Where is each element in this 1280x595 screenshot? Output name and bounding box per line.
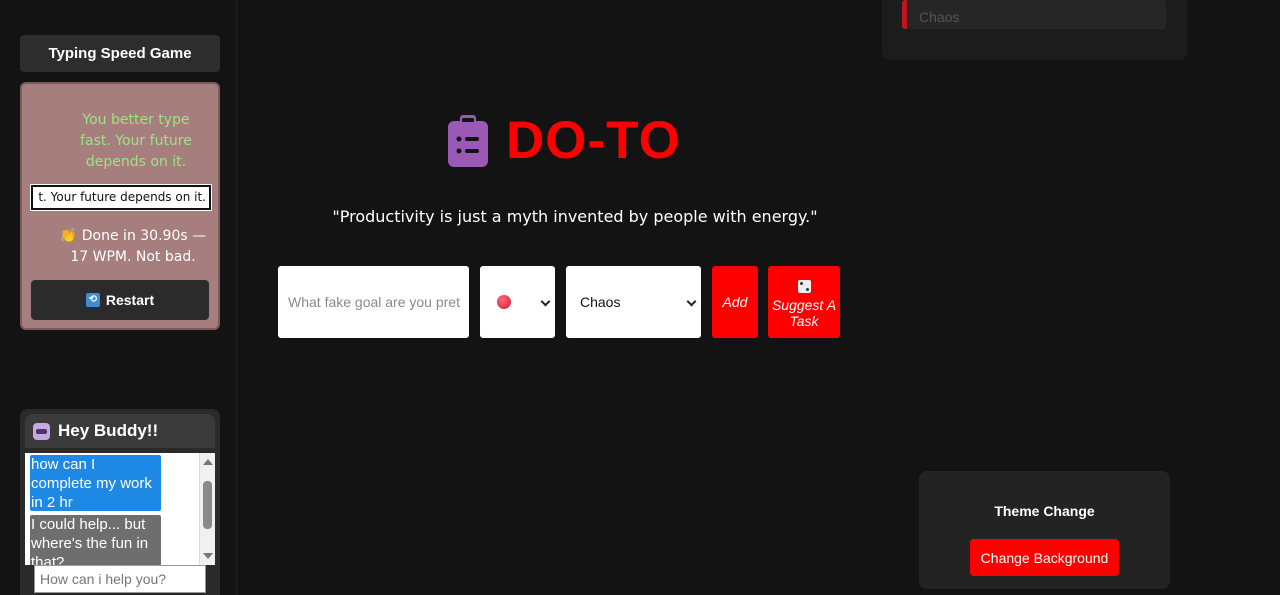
chat-message-bot: I could help... but where's the fun in t… [30,515,161,565]
chatbot-panel: Hey Buddy!! how can I complete my work i… [20,409,220,595]
theme-card: Theme Change Change Background [919,471,1170,589]
restart-icon: ⟲ [85,293,100,307]
priority-select[interactable] [480,266,555,338]
scroll-thumb[interactable] [203,481,212,529]
task-list-card: Chaos [882,0,1187,60]
add-task-button[interactable]: Add [712,266,758,338]
chat-input[interactable]: How can i help you? [34,565,206,593]
chat-title: Hey Buddy!! [58,421,159,440]
chat-message-user: how can I complete my work in 2 hr [30,455,161,511]
app-logo: DO-TO [448,110,681,171]
category-select[interactable]: Chaos [566,266,701,338]
task-input[interactable]: What fake goal are you pret [278,266,469,338]
restart-label: Restart [105,292,155,308]
chevron-down-icon [540,296,551,307]
dice-icon [797,280,811,293]
suggest-task-label: Suggest A Task [771,297,837,329]
clipboard-icon [448,114,488,167]
quote-text: "Productivity is just a myth invented by… [332,207,818,226]
typing-prompt: You better type fast. Your future depend… [80,112,192,170]
category-value: Chaos [580,294,621,310]
typing-result: 👏 Done in 30.90s — 17 WPM. Not bad. [59,228,207,265]
red-circle-icon [497,295,511,309]
suggest-task-button[interactable]: Suggest A Task [768,266,840,338]
robot-icon [33,422,50,440]
typing-game-title[interactable]: Typing Speed Game [20,35,220,72]
change-background-button[interactable]: Change Background [970,539,1119,576]
typing-input[interactable]: t. Your future depends on it. [30,184,212,211]
chat-scrollbar[interactable] [199,453,215,565]
chevron-down-icon [686,296,697,307]
scroll-up-arrow-icon[interactable] [203,459,213,465]
app-title: DO-TO [506,111,681,170]
chat-header: Hey Buddy!! [25,414,215,448]
theme-title: Theme Change [994,503,1095,519]
typing-game-card: You better type fast. Your future depend… [20,82,220,330]
chat-messages[interactable]: how can I complete my work in 2 hr I cou… [25,453,215,565]
scroll-down-arrow-icon[interactable] [203,553,213,559]
sidebar: Typing Speed Game You better type fast. … [0,0,237,595]
task-item[interactable]: Chaos [902,0,1166,29]
restart-button[interactable]: ⟲ Restart [31,280,209,320]
